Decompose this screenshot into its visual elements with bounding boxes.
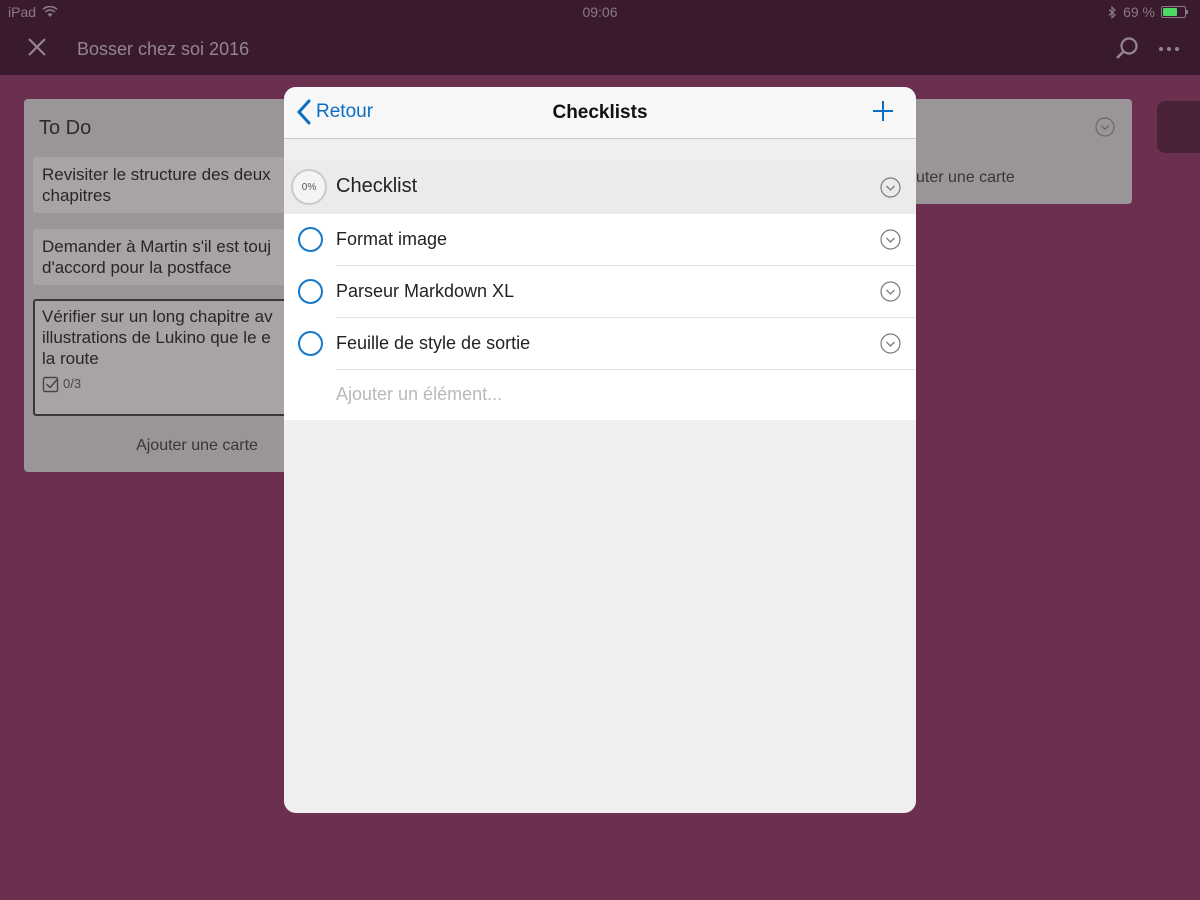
item-checkbox[interactable]: [298, 331, 323, 356]
checklist-count: 0/3: [63, 376, 82, 391]
chevron-down-circle-icon[interactable]: [880, 229, 901, 250]
battery-percent: 69 %: [1123, 4, 1155, 20]
checklist-item[interactable]: Feuille de style de sortie: [284, 318, 916, 370]
chevron-down-circle-icon[interactable]: [880, 281, 901, 302]
close-icon[interactable]: [26, 36, 48, 58]
add-icon[interactable]: [871, 99, 895, 123]
list-column-2: uter une carte: [880, 99, 1132, 204]
chevron-down-circle-icon[interactable]: [880, 177, 901, 198]
item-label: Feuille de style de sortie: [336, 333, 531, 353]
board-title: Bosser chez soi 2016: [77, 39, 250, 59]
board-nav-bar: Bosser chez soi 2016: [0, 24, 1200, 75]
item-label: Format image: [336, 229, 448, 249]
item-checkbox[interactable]: [298, 279, 323, 304]
status-time: 09:06: [582, 4, 618, 20]
progress-ring: 0%: [291, 169, 327, 205]
add-item-input[interactable]: Ajouter un élément...: [336, 384, 502, 405]
checklist-items: Format image Parseur Markdown XL Feuille…: [284, 214, 916, 420]
search-icon[interactable]: [1114, 36, 1140, 62]
checkbox-icon: [42, 376, 59, 392]
battery-level: [1163, 8, 1178, 16]
modal-title: Checklists: [552, 102, 648, 123]
item-checkbox[interactable]: [298, 227, 323, 252]
more-icon[interactable]: [1158, 46, 1180, 52]
checklist-header[interactable]: 0% Checklist: [284, 160, 916, 214]
add-item-row[interactable]: Ajouter un élément...: [284, 370, 916, 420]
checklist-item[interactable]: Format image: [284, 214, 916, 266]
add-card-button[interactable]: uter une carte: [916, 169, 1015, 187]
list-title: To Do: [39, 117, 92, 139]
battery-icon: [1161, 6, 1188, 18]
status-bar: iPad 09:06 69 %: [0, 0, 1200, 24]
chevron-down-circle-icon[interactable]: [880, 333, 901, 354]
item-label: Parseur Markdown XL: [336, 281, 515, 301]
list-column-3: [1157, 101, 1200, 153]
bluetooth-icon: [1108, 5, 1116, 19]
status-right: 69 %: [1108, 4, 1188, 20]
modal-header: Retour Checklists: [284, 87, 916, 139]
checklist-name: Checklist: [336, 175, 418, 197]
chevron-down-circle-icon[interactable]: [1095, 117, 1115, 137]
checklist-item[interactable]: Parseur Markdown XL: [284, 266, 916, 318]
checklists-modal: Retour Checklists 0% Checklist Format im…: [284, 87, 916, 813]
